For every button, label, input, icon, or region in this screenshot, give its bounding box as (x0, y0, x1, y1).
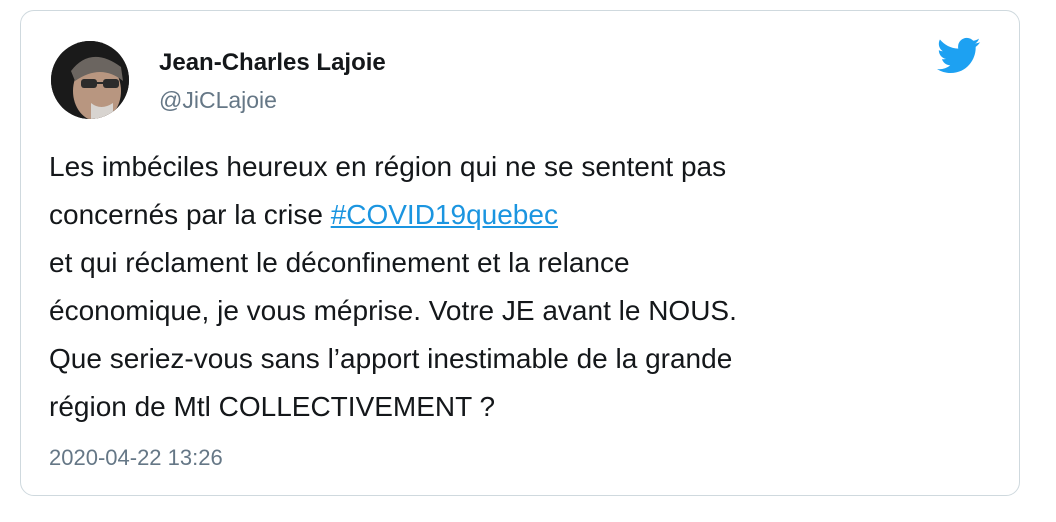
tweet-timestamp[interactable]: 2020-04-22 13:26 (49, 445, 223, 471)
tweet-text: Les imbéciles heureux en région qui ne s… (49, 143, 999, 431)
twitter-bird-icon[interactable] (937, 37, 981, 75)
tweet-card: Jean-Charles Lajoie @JiCLajoie Les imbéc… (20, 10, 1020, 496)
tweet-text-line: économique, je vous méprise. Votre JE av… (49, 295, 737, 326)
tweet-text-line: Que seriez-vous sans l’apport inestimabl… (49, 343, 733, 374)
avatar[interactable] (51, 41, 129, 119)
tweet-text-segment: concernés par la crise (49, 199, 331, 230)
tweet-text-line: région de Mtl COLLECTIVEMENT ? (49, 391, 496, 422)
hashtag-link[interactable]: #COVID19quebec (331, 199, 558, 230)
tweet-text-line: et qui réclament le déconfinement et la … (49, 247, 630, 278)
tweet-text-line: Les imbéciles heureux en région qui ne s… (49, 151, 727, 182)
tweet-text-line: concernés par la crise #COVID19quebec (49, 191, 999, 239)
author-handle[interactable]: @JiCLajoie (159, 87, 277, 114)
author-display-name[interactable]: Jean-Charles Lajoie (159, 49, 386, 77)
